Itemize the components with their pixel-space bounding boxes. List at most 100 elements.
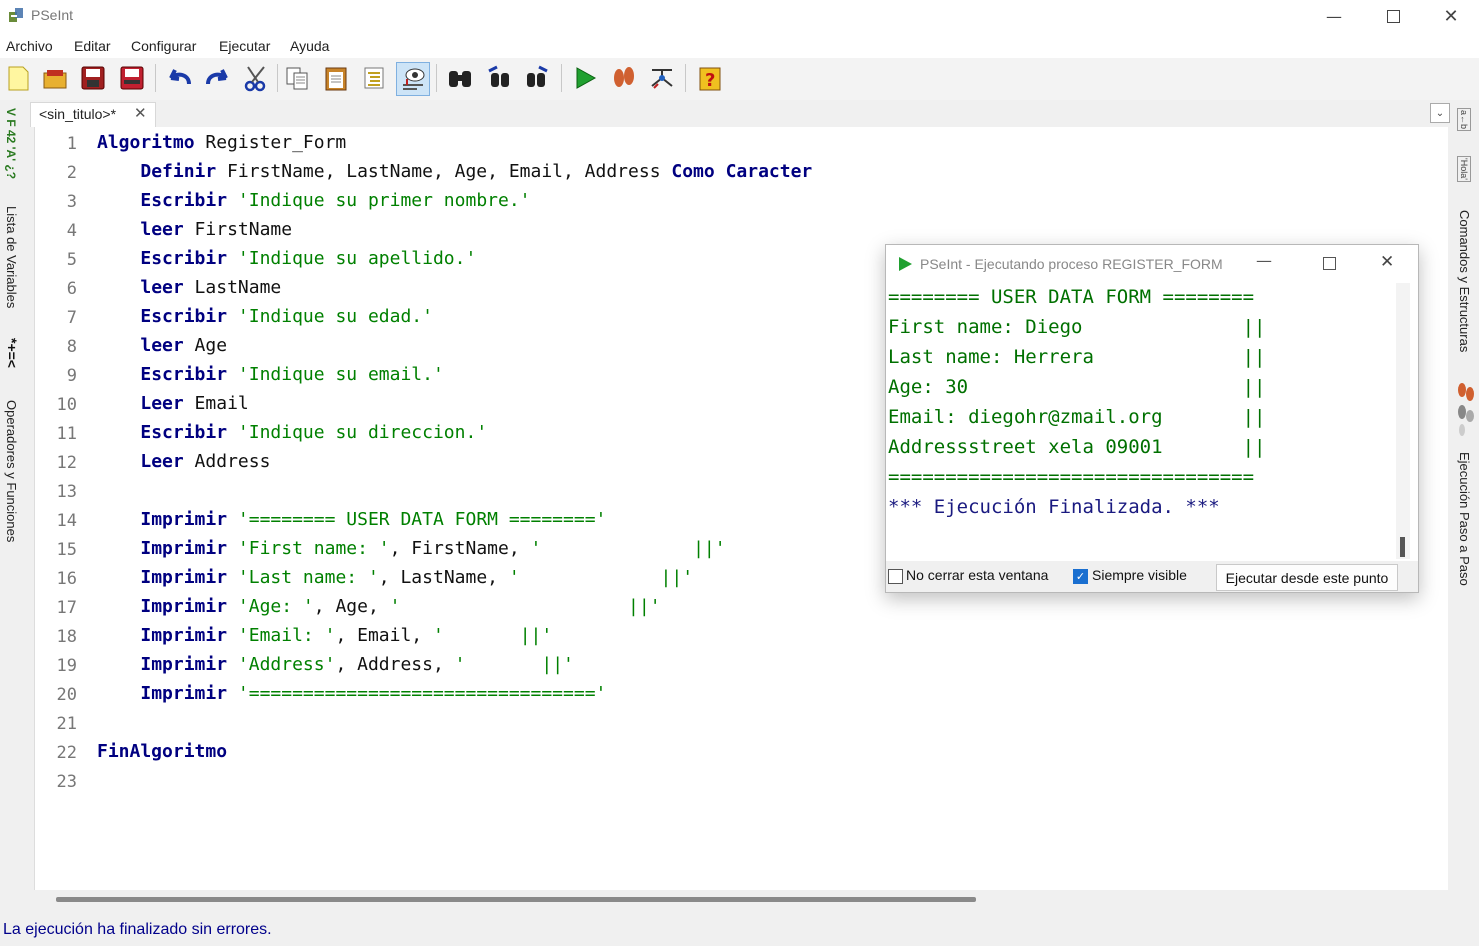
tab-comandos-y-estructuras[interactable]: Comandos y Estructuras [1457, 210, 1472, 352]
run-close-icon[interactable]: ✕ [1380, 252, 1394, 272]
find-next-icon[interactable] [521, 62, 553, 94]
run-output-console[interactable]: ======== USER DATA FORM ======== First na… [886, 283, 1396, 559]
output-line: First name: Diego || [888, 316, 1266, 338]
redo-icon[interactable] [202, 62, 234, 94]
cut-icon[interactable] [240, 62, 272, 94]
help-icon[interactable]: ? [694, 62, 726, 94]
code-line[interactable]: Imprimir '======== USER DATA FORM ======… [97, 509, 606, 530]
menu-archivo[interactable]: Archivo [6, 38, 53, 54]
minimize-button[interactable]: — [1305, 0, 1363, 32]
run-maximize-icon[interactable] [1323, 257, 1336, 270]
code-line[interactable]: Algoritmo Register_Form [97, 132, 346, 153]
code-keyword: Definir [140, 161, 217, 182]
code-line[interactable]: Escribir 'Indique su apellido.' [97, 248, 476, 269]
menu-configurar[interactable]: Configurar [131, 38, 196, 54]
code-keyword: Como [671, 161, 715, 182]
chevron-down-icon: ⌄ [1435, 107, 1445, 119]
save-icon[interactable] [77, 62, 109, 94]
code-keyword: Escribir [140, 248, 228, 269]
code-line[interactable]: leer FirstName [97, 219, 292, 240]
code-keyword: Escribir [140, 364, 228, 385]
menu-ejecutar[interactable]: Ejecutar [219, 38, 270, 54]
code-line[interactable]: Escribir 'Indique su direccion.' [97, 422, 487, 443]
tab-lista-de-variables[interactable]: Lista de Variables [4, 206, 19, 308]
tab-row [28, 102, 1448, 126]
code-line[interactable]: leer LastName [97, 277, 281, 298]
code-line[interactable]: Imprimir 'Age: ', Age, ' ||' [97, 596, 660, 617]
code-string: 'Indique su email.' [237, 364, 444, 385]
commands-glyph-assign: a←b [1457, 108, 1471, 132]
code-keyword: Imprimir [140, 654, 228, 675]
tab-list-dropdown[interactable]: ⌄ [1430, 103, 1450, 123]
horizontal-scrollbar[interactable] [34, 890, 1447, 908]
menu-bar: Archivo Editar Configurar Ejecutar Ayuda [0, 33, 1479, 58]
close-icon: ✕ [1443, 5, 1459, 27]
code-line[interactable]: Escribir 'Indique su email.' [97, 364, 444, 385]
save-as-icon[interactable] [116, 62, 148, 94]
run-from-here-button[interactable]: Ejecutar desde este punto [1216, 564, 1398, 591]
always-visible-label[interactable]: Siempre visible [1092, 567, 1187, 583]
right-side-panel: a←b 'Hola' Comandos y Estructuras Ejecuc… [1451, 102, 1479, 922]
code-line[interactable]: Definir FirstName, LastName, Age, Email,… [97, 161, 812, 182]
open-file-icon[interactable] [39, 62, 71, 94]
view-icon[interactable] [396, 62, 430, 96]
code-line[interactable]: Imprimir 'First name: ', FirstName, ' ||… [97, 538, 725, 559]
horizontal-scroll-thumb[interactable] [56, 897, 976, 902]
toolbar-separator [155, 64, 156, 92]
maximize-button[interactable] [1364, 0, 1422, 32]
editor-tab[interactable]: <sin_titulo>* ✕ [30, 102, 156, 127]
code-string: 'Email: ' [237, 625, 336, 646]
find-icon[interactable] [444, 62, 476, 94]
variables-glyph: V F 42 'A' ¿? [4, 108, 18, 180]
paste-icon[interactable] [320, 62, 352, 94]
no-close-checkbox[interactable] [888, 569, 903, 584]
code-line[interactable]: Leer Address [97, 451, 270, 472]
code-text: , FirstName, [389, 538, 531, 559]
new-file-icon[interactable] [2, 62, 34, 94]
step-by-step-icon[interactable] [608, 62, 640, 94]
code-line[interactable]: Imprimir 'Email: ', Email, ' ||' [97, 625, 552, 646]
code-line[interactable]: Imprimir 'Last name: ', LastName, ' ||' [97, 567, 693, 588]
copy-icon[interactable] [281, 62, 313, 94]
run-minimize-icon[interactable]: — [1256, 251, 1272, 270]
code-line[interactable]: leer Age [97, 335, 227, 356]
code-line[interactable]: Escribir 'Indique su primer nombre.' [97, 190, 530, 211]
output-line: ======== USER DATA FORM ======== [888, 286, 1255, 308]
menu-ayuda[interactable]: Ayuda [290, 38, 329, 54]
diagram-icon[interactable] [646, 62, 678, 94]
indent-icon[interactable] [359, 62, 391, 94]
undo-icon[interactable] [163, 62, 195, 94]
run-scroll-thumb[interactable] [1400, 537, 1405, 557]
run-icon[interactable] [569, 62, 601, 94]
line-number: 14 [56, 511, 77, 531]
find-previous-icon[interactable] [483, 62, 515, 94]
code-text: FirstName [183, 219, 293, 240]
code-line[interactable]: Escribir 'Indique su edad.' [97, 306, 433, 327]
code-line[interactable]: Imprimir 'Address', Address, ' ||' [97, 654, 574, 675]
code-line[interactable]: Imprimir '==============================… [97, 683, 606, 704]
code-text: , Email, [335, 625, 433, 646]
close-button[interactable]: ✕ [1422, 0, 1479, 32]
code-line[interactable]: Leer Email [97, 393, 248, 414]
always-visible-checkbox[interactable]: ✓ [1073, 569, 1088, 584]
output-line: Email: diegohr@zmail.org || [888, 406, 1266, 428]
tab-ejecucion-paso-a-paso[interactable]: Ejecución Paso a Paso [1457, 452, 1472, 586]
menu-editar[interactable]: Editar [74, 38, 111, 54]
tab-close-icon[interactable]: ✕ [134, 104, 147, 122]
toolbar-separator [561, 64, 562, 92]
run-vertical-scrollbar[interactable] [1396, 283, 1410, 559]
tab-operadores-y-funciones[interactable]: Operadores y Funciones [4, 400, 19, 542]
code-line[interactable]: FinAlgoritmo [97, 741, 227, 762]
no-close-label[interactable]: No cerrar esta ventana [906, 567, 1048, 583]
